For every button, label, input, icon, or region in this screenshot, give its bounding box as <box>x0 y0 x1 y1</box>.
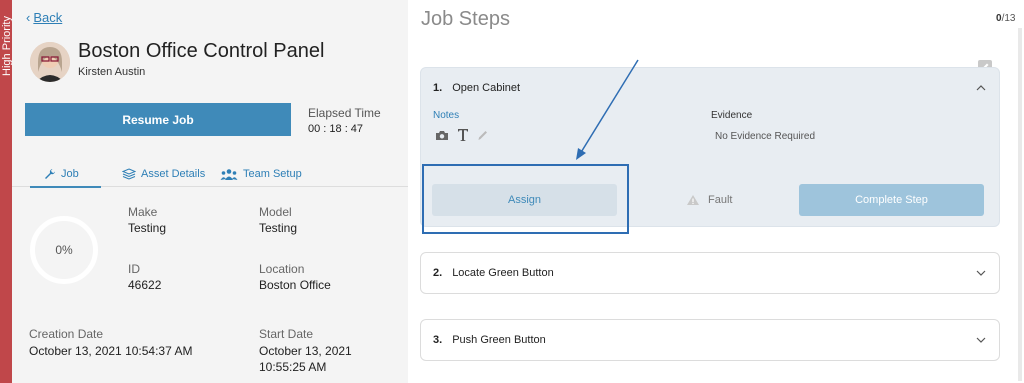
priority-strip: High Priority <box>0 0 13 383</box>
detail-tabs: Job Asset Details Team Setup <box>12 161 408 188</box>
make-value: Testing <box>128 221 167 235</box>
model-value: Testing <box>259 221 298 235</box>
step-header[interactable]: 3. Push Green Button <box>433 320 546 360</box>
step-name: Push Green Button <box>452 334 546 346</box>
step-name: Open Cabinet <box>452 82 521 94</box>
elapsed-time-value: 00 : 18 : 47 <box>308 123 364 135</box>
tab-team-setup-label: Team Setup <box>243 168 302 180</box>
tab-team-setup[interactable]: Team Setup <box>220 161 302 187</box>
note-tools <box>435 128 489 142</box>
steps-counter: 0/13 <box>996 13 1015 24</box>
wrench-icon <box>45 169 55 179</box>
step-number: 3. <box>433 334 443 346</box>
scrollbar[interactable] <box>1018 28 1022 381</box>
warning-icon <box>687 195 699 205</box>
step-header[interactable]: 1. Open Cabinet <box>433 68 520 108</box>
step-number: 1. <box>433 82 443 94</box>
complete-step-button[interactable]: Complete Step <box>799 184 984 216</box>
assignee-name: Kirsten Austin <box>78 66 146 78</box>
job-title: Boston Office Control Panel <box>78 40 325 62</box>
chevron-up-icon[interactable] <box>975 82 987 94</box>
start-date-value-time: 10:55:25 AM <box>259 360 327 374</box>
tab-job-label: Job <box>61 168 79 180</box>
creation-date-label: Creation Date <box>29 327 104 341</box>
location-value: Boston Office <box>259 278 331 292</box>
team-icon <box>220 169 238 180</box>
steps-total-count: /13 <box>1001 13 1016 24</box>
notes-label: Notes <box>433 110 460 121</box>
layers-icon <box>122 168 136 180</box>
camera-icon[interactable] <box>435 130 449 141</box>
job-details-panel: ‹ Back Boston Office Control Panel Kirste… <box>12 0 408 383</box>
id-label: ID <box>128 262 140 276</box>
fault-button[interactable]: Fault <box>686 184 732 216</box>
tab-asset-details-label: Asset Details <box>141 168 206 180</box>
tab-job[interactable]: Job <box>30 161 101 188</box>
fault-label: Fault <box>708 194 733 206</box>
tab-asset-details[interactable]: Asset Details <box>122 161 205 187</box>
step-header[interactable]: 2. Locate Green Button <box>433 253 554 293</box>
make-label: Make <box>128 205 158 219</box>
start-date-value-date: October 13, 2021 <box>259 344 352 358</box>
back-link[interactable]: ‹ Back <box>26 10 62 25</box>
location-label: Location <box>259 262 305 276</box>
evidence-label: Evidence <box>711 110 753 121</box>
annotation-highlight-box <box>422 164 629 234</box>
start-date-label: Start Date <box>259 327 314 341</box>
progress-label: 0% <box>55 243 73 257</box>
elapsed-time-label: Elapsed Time <box>308 106 381 120</box>
step-card[interactable]: 3. Push Green Button <box>420 319 1000 361</box>
text-icon[interactable] <box>457 128 469 142</box>
progress-ring: 0% <box>30 216 98 284</box>
model-label: Model <box>259 205 292 219</box>
job-steps-title: Job Steps <box>421 8 510 30</box>
creation-date-value: October 13, 2021 10:54:37 AM <box>29 344 193 358</box>
back-label: Back <box>33 10 63 25</box>
step-name: Locate Green Button <box>452 267 554 279</box>
evidence-value: No Evidence Required <box>715 131 816 142</box>
step-card[interactable]: 2. Locate Green Button <box>420 252 1000 294</box>
chevron-down-icon[interactable] <box>975 267 987 279</box>
chevron-down-icon[interactable] <box>975 334 987 346</box>
chevron-left-icon: ‹ <box>26 10 31 25</box>
step-number: 2. <box>433 267 443 279</box>
id-value: 46622 <box>128 278 162 292</box>
annotation-arrow-icon <box>576 59 639 160</box>
avatar <box>30 42 70 82</box>
resume-job-button[interactable]: Resume Job <box>25 103 291 136</box>
pencil-icon[interactable] <box>477 129 489 141</box>
